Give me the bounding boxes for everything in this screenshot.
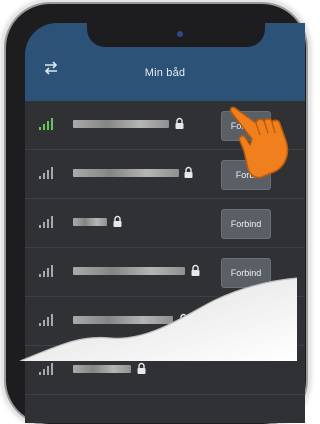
- signal-icon: [39, 167, 55, 179]
- device-name-redacted: [73, 218, 107, 226]
- list-item[interactable]: Forbind: [25, 199, 305, 248]
- pointing-hand-icon: [226, 101, 298, 181]
- device-name-redacted: [73, 169, 179, 177]
- device-name-redacted: [73, 316, 173, 324]
- page-title: Min båd: [144, 67, 186, 79]
- device-name-redacted: [73, 267, 185, 275]
- lock-icon: [179, 312, 188, 325]
- list-item[interactable]: Forbind: [25, 248, 305, 297]
- connect-button[interactable]: Forbind: [221, 209, 271, 239]
- lock-icon: [113, 214, 122, 227]
- camera-dot: [177, 31, 183, 37]
- phone-screen: Min båd Forbind: [25, 23, 305, 423]
- connect-button[interactable]: Forbind: [221, 307, 271, 337]
- lock-icon: [175, 116, 184, 129]
- phone-frame: Min båd Forbind: [6, 4, 306, 424]
- device-name-redacted: [73, 120, 169, 128]
- device-name-redacted: [73, 365, 131, 373]
- signal-icon: [39, 363, 55, 375]
- connect-button[interactable]: Forbind: [221, 258, 271, 288]
- signal-icon: [39, 118, 55, 130]
- lock-icon: [184, 165, 193, 178]
- lock-icon: [137, 361, 146, 374]
- list-item[interactable]: [25, 346, 305, 395]
- signal-icon: [39, 314, 55, 326]
- lock-icon: [191, 263, 200, 276]
- list-item[interactable]: Forbind: [25, 297, 305, 346]
- signal-icon: [39, 265, 55, 277]
- signal-icon: [39, 216, 55, 228]
- phone-notch: [87, 23, 265, 47]
